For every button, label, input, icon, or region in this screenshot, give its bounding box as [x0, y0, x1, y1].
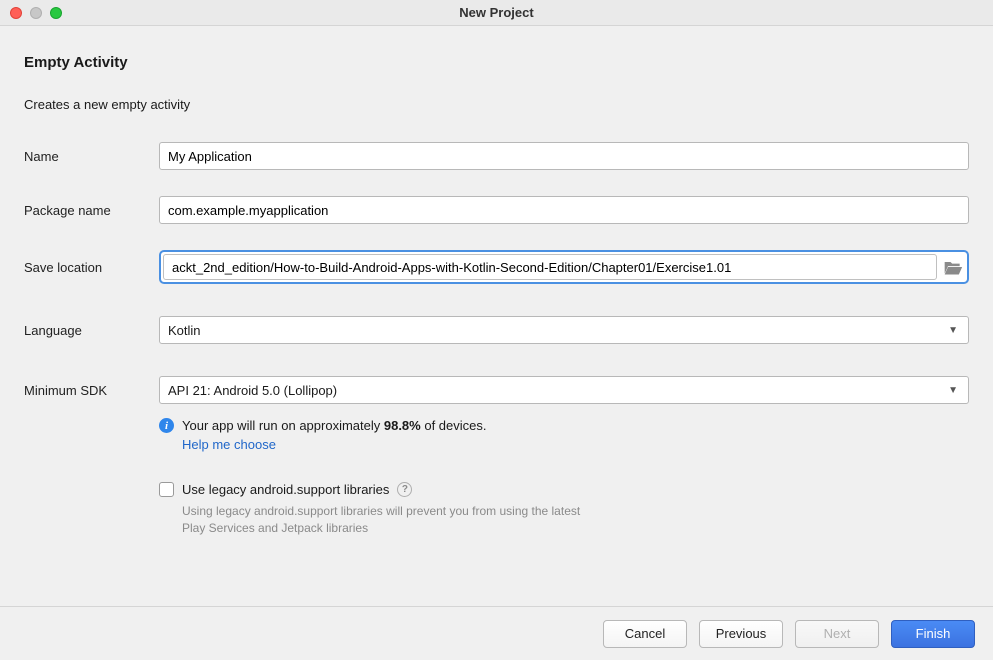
sdk-info-prefix: Your app will run on approximately: [182, 418, 384, 433]
dialog-content: Empty Activity Creates a new empty activ…: [0, 26, 993, 606]
page-heading: Empty Activity: [24, 54, 969, 71]
language-row: Language Kotlin ▼: [24, 316, 969, 344]
legacy-note: Using legacy android.support libraries w…: [182, 503, 602, 537]
next-button: Next: [795, 620, 879, 648]
min-sdk-select[interactable]: API 21: Android 5.0 (Lollipop) ▼: [159, 376, 969, 404]
window-controls: [10, 7, 62, 19]
maximize-icon[interactable]: [50, 7, 62, 19]
dialog-footer: Cancel Previous Next Finish: [0, 606, 993, 660]
previous-button[interactable]: Previous: [699, 620, 783, 648]
help-icon[interactable]: ?: [397, 482, 412, 497]
min-sdk-value: API 21: Android 5.0 (Lollipop): [168, 383, 337, 398]
package-input[interactable]: [159, 196, 969, 224]
legacy-checkbox-label: Use legacy android.support libraries: [182, 482, 389, 497]
help-me-choose-link[interactable]: Help me choose: [182, 437, 969, 452]
sdk-info-block: i Your app will run on approximately 98.…: [159, 418, 969, 452]
name-row: Name: [24, 142, 969, 170]
chevron-down-icon: ▼: [948, 385, 958, 396]
close-icon[interactable]: [10, 7, 22, 19]
finish-button[interactable]: Finish: [891, 620, 975, 648]
save-location-input[interactable]: [163, 254, 937, 280]
legacy-block: Use legacy android.support libraries ? U…: [159, 482, 969, 537]
folder-open-icon[interactable]: [943, 258, 963, 276]
chevron-down-icon: ▼: [948, 325, 958, 336]
language-value: Kotlin: [168, 323, 201, 338]
cancel-button[interactable]: Cancel: [603, 620, 687, 648]
min-sdk-label: Minimum SDK: [24, 383, 159, 398]
save-location-label: Save location: [24, 260, 159, 275]
min-sdk-row: Minimum SDK API 21: Android 5.0 (Lollipo…: [24, 376, 969, 404]
sdk-info-suffix: of devices.: [421, 418, 487, 433]
titlebar: New Project: [0, 0, 993, 26]
name-label: Name: [24, 149, 159, 164]
legacy-checkbox[interactable]: [159, 482, 174, 497]
language-select[interactable]: Kotlin ▼: [159, 316, 969, 344]
info-icon: i: [159, 418, 174, 433]
page-subheading: Creates a new empty activity: [24, 97, 969, 112]
sdk-info-percent: 98.8%: [384, 418, 421, 433]
save-location-row: Save location: [24, 250, 969, 284]
window-title: New Project: [0, 5, 993, 20]
package-row: Package name: [24, 196, 969, 224]
package-label: Package name: [24, 203, 159, 218]
name-input[interactable]: [159, 142, 969, 170]
new-project-dialog: New Project Empty Activity Creates a new…: [0, 0, 993, 660]
minimize-icon: [30, 7, 42, 19]
save-location-field: [159, 250, 969, 284]
language-label: Language: [24, 323, 159, 338]
sdk-info-text: Your app will run on approximately 98.8%…: [182, 418, 487, 433]
